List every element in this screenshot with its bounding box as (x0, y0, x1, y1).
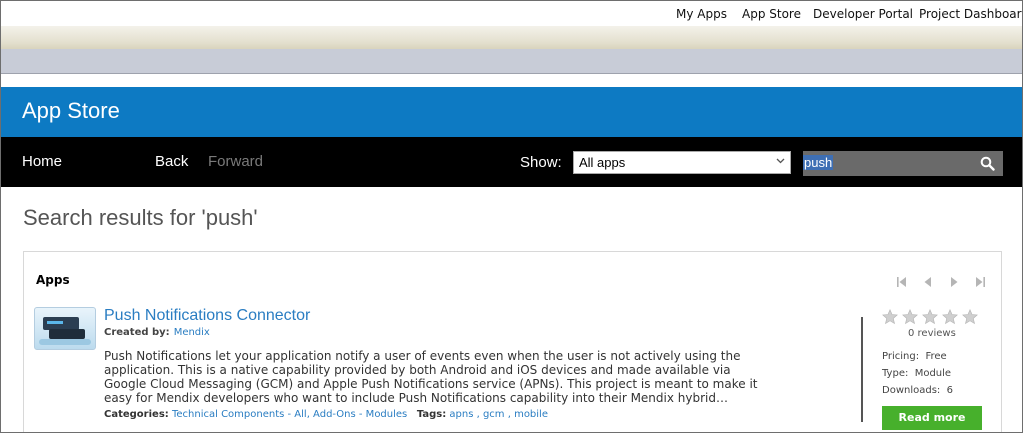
downloads-value: 6 (946, 385, 954, 396)
type-value: Module (914, 368, 952, 379)
pager (896, 273, 986, 287)
app-description: Push Notifications let your application … (104, 349, 758, 405)
topnav-project-dashboard[interactable]: Project Dashboard (919, 7, 1022, 21)
panel-title: Apps (36, 273, 70, 287)
topnav-app-store[interactable]: App Store (742, 7, 801, 21)
star-icon (902, 309, 918, 325)
previous-page-icon[interactable] (922, 273, 934, 287)
show-label: Show: (520, 154, 562, 171)
first-page-icon[interactable] (896, 273, 908, 287)
show-filter-value: All apps (579, 155, 626, 170)
decorative-band-gray (1, 49, 1022, 74)
search-input[interactable]: push (803, 151, 1003, 176)
read-more-button[interactable]: Read more (882, 406, 982, 430)
app-window: My Apps App Store Developer Portal Proje… (0, 0, 1023, 433)
downloads-label: Downloads: (882, 385, 941, 396)
pricing-value: Free (925, 351, 947, 362)
page-title: App Store (22, 98, 120, 123)
top-navigation: My Apps App Store Developer Portal Proje… (1, 1, 1022, 26)
type-row: Type: Module (882, 368, 951, 379)
apps-panel: Apps Push Notifications Connector Create… (23, 251, 1002, 432)
created-by: Created by: Mendix (104, 327, 210, 338)
chevron-down-icon (776, 158, 785, 164)
type-label: Type: (882, 368, 909, 379)
results-heading: Search results for 'push' (23, 205, 258, 230)
categories-label: Categories: (104, 409, 169, 420)
toolbar: Home Back Forward Show: All apps push (1, 137, 1022, 187)
categories-links[interactable]: Technical Components - All, Add-Ons - Mo… (172, 409, 407, 420)
star-icon (962, 309, 978, 325)
topnav-developer-portal[interactable]: Developer Portal (813, 7, 913, 21)
last-page-icon[interactable] (974, 273, 986, 287)
reviews-count: 0 reviews (908, 328, 956, 339)
downloads-row: Downloads: 6 (882, 385, 953, 396)
search-icon[interactable] (980, 156, 995, 171)
divider (861, 317, 863, 422)
app-header: App Store (1, 87, 1022, 137)
home-link[interactable]: Home (22, 153, 62, 170)
star-icon (882, 309, 898, 325)
forward-link[interactable]: Forward (208, 153, 263, 170)
app-title-link[interactable]: Push Notifications Connector (104, 307, 310, 325)
categories-tags-line: Categories: Technical Components - All, … (104, 409, 548, 420)
topnav-my-apps[interactable]: My Apps (676, 7, 727, 21)
tags-label: Tags: (416, 409, 447, 420)
app-thumbnail[interactable] (34, 307, 96, 350)
pricing-row: Pricing: Free (882, 351, 947, 362)
star-icon (922, 309, 938, 325)
decorative-band (1, 26, 1022, 49)
star-rating (882, 309, 982, 325)
tags-links[interactable]: apns , gcm , mobile (449, 409, 548, 420)
star-icon (942, 309, 958, 325)
creator-link[interactable]: Mendix (174, 327, 210, 338)
created-by-label: Created by: (104, 327, 170, 338)
pricing-label: Pricing: (882, 351, 920, 362)
next-page-icon[interactable] (948, 273, 960, 287)
show-filter-select[interactable]: All apps (573, 151, 791, 174)
back-link[interactable]: Back (155, 153, 188, 170)
search-query: push (803, 155, 834, 170)
